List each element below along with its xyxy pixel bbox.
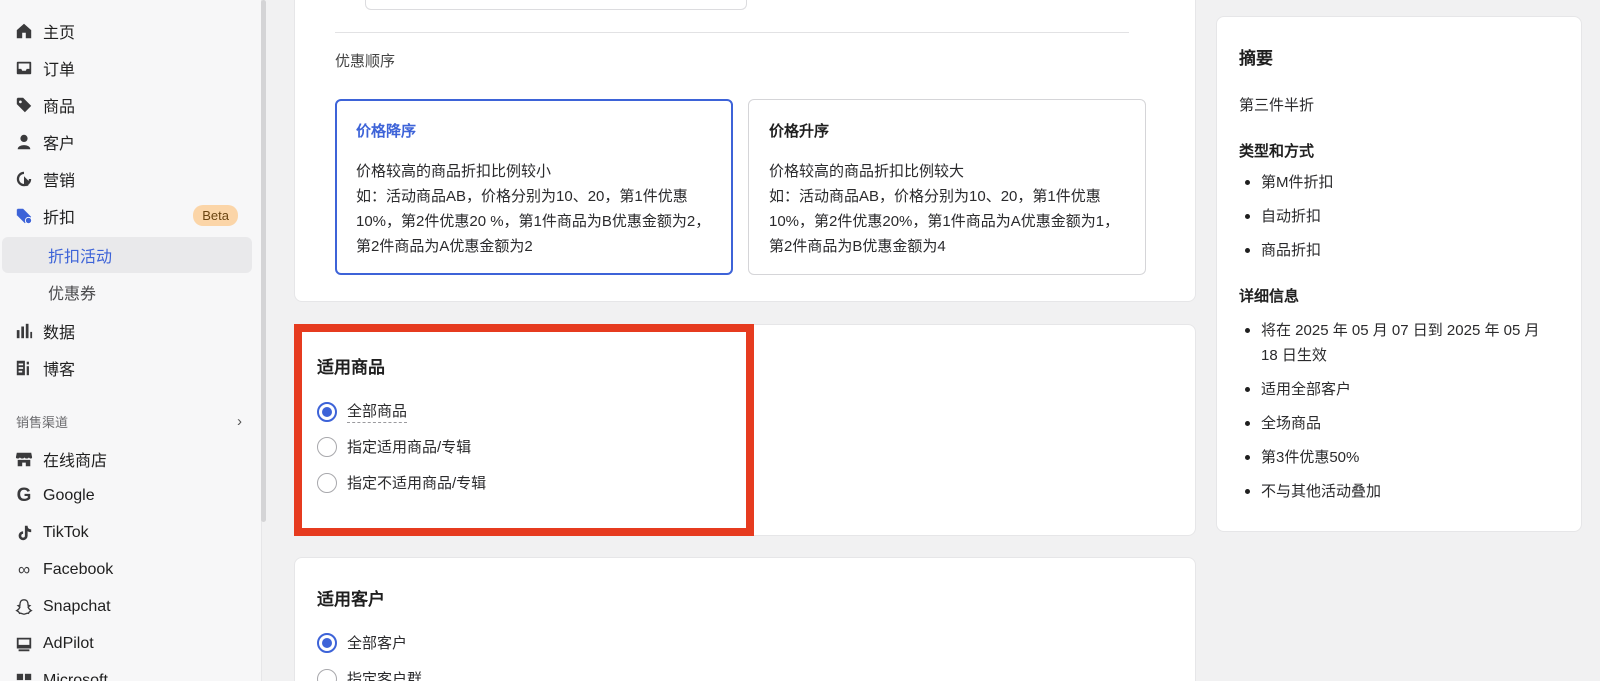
- sidebar-item-label: Snapchat: [43, 597, 111, 615]
- sidebar-item-online-store[interactable]: 在线商店: [0, 440, 252, 477]
- list-item: 将在 2025 年 05 月 07 日到 2025 年 05 月 18 日生效: [1239, 318, 1559, 368]
- sidebar-item-products[interactable]: 商品: [0, 86, 252, 123]
- sidebar-item-label: Microsoft: [43, 671, 108, 681]
- radio-label: 指定不适用商品/专辑: [347, 475, 487, 492]
- order-option-title: 价格升序: [769, 123, 830, 140]
- list-item: 第3件优惠50%: [1239, 445, 1559, 470]
- blog-icon: [14, 358, 34, 378]
- sidebar-item-label: 数据: [43, 324, 76, 342]
- order-option-price-asc[interactable]: 价格升序 价格较高的商品折扣比例较大 如：活动商品AB，价格分别为10、20，第…: [748, 99, 1146, 275]
- order-option-price-desc[interactable]: 价格降序 价格较高的商品折扣比例较小 如：活动商品AB，价格分别为10、20，第…: [335, 99, 733, 275]
- sidebar-item-label: 在线商店: [43, 452, 108, 470]
- sidebar-item-microsoft[interactable]: Microsoft: [0, 662, 252, 681]
- sidebar-item-analytics[interactable]: 数据: [0, 312, 252, 349]
- list-item: 商品折扣: [1239, 238, 1559, 263]
- microsoft-icon: [14, 671, 34, 681]
- sidebar-item-label: Facebook: [43, 560, 114, 578]
- summary-title: 摘要: [1239, 49, 1273, 68]
- list-item: 第M件折扣: [1239, 170, 1559, 195]
- sidebar-item-discounts[interactable]: 折扣 Beta: [0, 197, 252, 234]
- radio-label: 全部商品: [347, 400, 408, 423]
- sales-channels-header[interactable]: 销售渠道 ›: [16, 412, 242, 431]
- sidebar-item-label: TikTok: [43, 523, 89, 541]
- radio-all-customers[interactable]: 全部客户: [317, 632, 407, 653]
- sidebar-item-snapchat[interactable]: Snapchat: [0, 588, 252, 625]
- summary-detail-heading: 详细信息: [1239, 288, 1300, 305]
- sidebar-item-customers[interactable]: 客户: [0, 123, 252, 160]
- summary-card: 摘要 第三件半折 类型和方式 第M件折扣 自动折扣 商品折扣 详细信息 将在 2…: [1216, 16, 1582, 532]
- radio-button[interactable]: [317, 632, 337, 653]
- snapchat-icon: [14, 597, 34, 617]
- sidebar-item-marketing[interactable]: 营销: [0, 160, 252, 197]
- divider: [335, 32, 1129, 33]
- order-option-desc: 价格较高的商品折扣比例较大 如：活动商品AB，价格分别为10、20，第1件优惠1…: [769, 163, 1120, 255]
- tag-icon: [14, 95, 34, 115]
- beta-badge: Beta: [193, 205, 238, 226]
- summary-type-heading: 类型和方式: [1239, 143, 1315, 160]
- radio-button[interactable]: [317, 436, 337, 457]
- sidebar-subitem-discount-activities[interactable]: 折扣活动: [2, 237, 252, 273]
- meta-icon: ∞: [17, 559, 31, 579]
- sidebar-item-adpilot[interactable]: AdPilot: [0, 625, 252, 662]
- sidebar-item-facebook[interactable]: ∞ Facebook: [0, 551, 252, 588]
- summary-type-list: 第M件折扣 自动折扣 商品折扣: [1239, 170, 1559, 272]
- discount-order-card: 优惠顺序 价格降序 价格较高的商品折扣比例较小 如：活动商品AB，价格分别为10…: [294, 0, 1196, 302]
- bar-chart-icon: [14, 321, 34, 341]
- sidebar-item-label: 折扣: [43, 209, 76, 227]
- sidebar-item-home[interactable]: 主页: [0, 12, 252, 49]
- radio-all-goods[interactable]: 全部商品: [317, 400, 408, 423]
- list-item: 自动折扣: [1239, 204, 1559, 229]
- sidebar-item-label: 博客: [43, 361, 76, 379]
- order-option-title: 价格降序: [356, 123, 417, 140]
- radio-label: 指定客户群: [347, 671, 423, 681]
- radio-specified-goods[interactable]: 指定适用商品/专辑: [317, 436, 471, 457]
- sidebar-item-label: AdPilot: [43, 634, 94, 652]
- list-item: 不与其他活动叠加: [1239, 479, 1559, 504]
- sidebar-item-label: 主页: [43, 24, 76, 42]
- sidebar-item-label: 订单: [43, 61, 76, 79]
- sidebar-subitem-coupons[interactable]: 优惠券: [2, 274, 252, 310]
- list-item: 适用全部客户: [1239, 377, 1559, 402]
- target-icon: [14, 169, 34, 189]
- sidebar-item-label: 营销: [43, 172, 76, 190]
- discount-order-label: 优惠顺序: [335, 53, 396, 70]
- applicable-goods-title: 适用商品: [317, 358, 385, 377]
- radio-excluded-goods[interactable]: 指定不适用商品/专辑: [317, 472, 486, 493]
- chevron-right-icon: ›: [237, 413, 242, 430]
- store-icon: [14, 449, 34, 469]
- sidebar-item-blog[interactable]: 博客: [0, 349, 252, 386]
- sidebar-subitem-label: 折扣活动: [48, 249, 113, 266]
- summary-discount-name: 第三件半折: [1239, 97, 1315, 114]
- sidebar-item-orders[interactable]: 订单: [0, 49, 252, 86]
- applicable-goods-card: 适用商品 全部商品 指定适用商品/专辑 指定不适用商品/专辑: [294, 324, 1196, 536]
- person-icon: [14, 132, 34, 152]
- applicable-customers-card: 适用客户 全部客户 指定客户群: [294, 557, 1196, 681]
- inbox-icon: [14, 58, 34, 78]
- sidebar-item-tiktok[interactable]: TikTok: [0, 514, 252, 551]
- radio-customer-group[interactable]: 指定客户群: [317, 668, 422, 681]
- sidebar: 主页 订单 商品 客户 营销 折扣 Beta 折扣活动 优惠券 数据 博客 销售…: [0, 0, 262, 681]
- tiktok-icon: [14, 523, 34, 543]
- sidebar-subitem-label: 优惠券: [48, 286, 97, 303]
- sidebar-scrollbar[interactable]: [261, 0, 266, 522]
- summary-detail-list: 将在 2025 年 05 月 07 日到 2025 年 05 月 18 日生效 …: [1239, 318, 1559, 513]
- home-icon: [14, 21, 34, 41]
- sidebar-item-label: Google: [43, 486, 95, 504]
- radio-label: 指定适用商品/专辑: [347, 439, 472, 456]
- list-item: 全场商品: [1239, 411, 1559, 436]
- ad-icon: [14, 634, 34, 654]
- google-icon: G: [16, 484, 32, 506]
- order-option-desc: 价格较高的商品折扣比例较小 如：活动商品AB，价格分别为10、20，第1件优惠1…: [356, 163, 711, 255]
- radio-button[interactable]: [317, 668, 337, 681]
- radio-button[interactable]: [317, 472, 337, 493]
- sales-channels-label: 销售渠道: [16, 415, 69, 430]
- sidebar-item-google[interactable]: G Google: [0, 477, 252, 514]
- sidebar-item-label: 商品: [43, 98, 76, 116]
- radio-label: 全部客户: [347, 635, 408, 652]
- applicable-customers-title: 适用客户: [317, 590, 385, 609]
- input-field-partial[interactable]: [365, 0, 747, 10]
- sidebar-item-label: 客户: [43, 135, 76, 153]
- discount-tag-icon: [14, 206, 34, 226]
- radio-button[interactable]: [317, 401, 337, 422]
